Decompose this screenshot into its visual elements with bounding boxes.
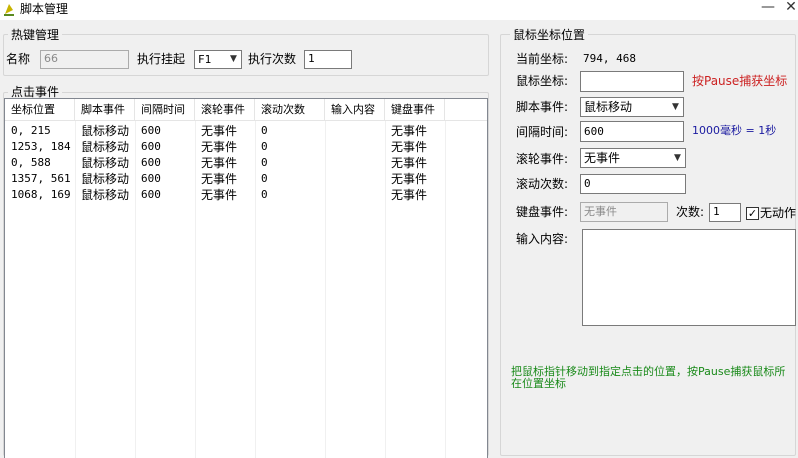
column-header-wheel-event[interactable]: 滚轮事件 bbox=[195, 99, 255, 121]
table-cell: 0, 588 bbox=[11, 156, 51, 169]
no-action-label[interactable]: 无动作 bbox=[760, 205, 798, 221]
help-text: 把鼠标指针移动到指定点击的位置，按Pause捕获鼠标所在位置坐标 bbox=[511, 365, 786, 390]
table-cell: 600 bbox=[141, 124, 161, 137]
table-cell: 无事件 bbox=[391, 140, 428, 154]
table-cell: 无事件 bbox=[201, 188, 238, 202]
script-event-select[interactable]: 鼠标移动 ▼ bbox=[580, 97, 684, 117]
input-content-textarea[interactable] bbox=[582, 229, 796, 326]
window-title: 脚本管理 bbox=[20, 2, 69, 16]
chevron-down-icon: ▼ bbox=[672, 102, 679, 112]
table-cell: 0 bbox=[261, 188, 268, 201]
scroll-count-label: 滚动次数: bbox=[516, 177, 569, 191]
count-label: 执行次数 bbox=[248, 52, 297, 66]
table-cell: 鼠标移动 bbox=[81, 188, 130, 202]
app-icon bbox=[4, 4, 14, 16]
column-header-input[interactable]: 输入内容 bbox=[325, 99, 385, 121]
title-bar: 脚本管理 — ✕ bbox=[0, 0, 798, 20]
no-action-checkbox[interactable]: ✓ bbox=[746, 207, 759, 220]
times-label: 次数: bbox=[676, 205, 705, 219]
table-cell: 无事件 bbox=[201, 124, 238, 138]
table-cell: 0 bbox=[261, 172, 268, 185]
trigger-label: 执行挂起 bbox=[137, 52, 186, 66]
current-coord-label: 当前坐标: bbox=[516, 52, 569, 66]
table-cell bbox=[325, 187, 385, 203]
table-row[interactable]: 1253, 184 鼠标移动 600 无事件 0 无事件 bbox=[5, 139, 487, 155]
table-cell: 0 bbox=[261, 140, 268, 153]
mouse-coord-label: 鼠标坐标: bbox=[516, 74, 569, 88]
column-header-interval[interactable]: 间隔时间 bbox=[135, 99, 195, 121]
table-cell: 0 bbox=[261, 156, 268, 169]
keyboard-event-field: 无事件 bbox=[580, 202, 668, 222]
table-cell: 无事件 bbox=[391, 124, 428, 138]
table-cell: 600 bbox=[141, 188, 161, 201]
table-cell bbox=[325, 155, 385, 171]
interval-field[interactable]: 600 bbox=[580, 121, 684, 142]
script-event-label: 脚本事件: bbox=[516, 100, 569, 114]
trigger-select[interactable]: F1 ▼ bbox=[194, 50, 242, 69]
column-header-script-event[interactable]: 脚本事件 bbox=[75, 99, 135, 121]
table-cell: 600 bbox=[141, 140, 161, 153]
count-field[interactable]: 1 bbox=[304, 50, 352, 69]
checkmark-icon: ✓ bbox=[747, 207, 758, 220]
table-cell bbox=[325, 139, 385, 155]
column-header-position[interactable]: 坐标位置 bbox=[5, 99, 75, 121]
events-list-header: 坐标位置 脚本事件 间隔时间 滚轮事件 滚动次数 输入内容 键盘事件 bbox=[5, 99, 487, 121]
table-cell: 无事件 bbox=[391, 188, 428, 202]
table-row[interactable]: 0, 588 鼠标移动 600 无事件 0 无事件 bbox=[5, 155, 487, 171]
input-content-label: 输入内容: bbox=[516, 232, 569, 246]
table-cell: 0 bbox=[261, 124, 268, 137]
keyboard-event-label: 键盘事件: bbox=[516, 205, 569, 219]
table-cell: 1068, 169 bbox=[11, 188, 71, 201]
hotkey-group-title: 热键管理 bbox=[8, 28, 63, 42]
events-group-title: 点击事件 bbox=[8, 85, 63, 99]
client-area: 热键管理 名称 66 执行挂起 F1 ▼ 执行次数 1 点击事件 坐标位置 脚本… bbox=[0, 20, 798, 458]
chevron-down-icon: ▼ bbox=[674, 153, 681, 163]
times-field[interactable]: 1 bbox=[709, 203, 741, 222]
interval-hint: 1000毫秒 = 1秒 bbox=[692, 124, 777, 137]
mouse-group-title: 鼠标坐标位置 bbox=[510, 28, 589, 42]
table-cell: 1253, 184 bbox=[11, 140, 71, 153]
scroll-count-field[interactable]: 0 bbox=[580, 174, 686, 194]
coord-hint: 按Pause捕获坐标 bbox=[692, 74, 788, 88]
table-cell bbox=[325, 123, 385, 139]
minimize-button[interactable]: — bbox=[760, 0, 776, 16]
table-row[interactable]: 1357, 561 鼠标移动 600 无事件 0 无事件 bbox=[5, 171, 487, 187]
table-cell: 鼠标移动 bbox=[81, 156, 130, 170]
table-cell: 1357, 561 bbox=[11, 172, 71, 185]
table-cell: 鼠标移动 bbox=[81, 124, 130, 138]
table-cell bbox=[325, 171, 385, 187]
column-header-scroll-count[interactable]: 滚动次数 bbox=[255, 99, 325, 121]
table-row[interactable]: 0, 215 鼠标移动 600 无事件 0 无事件 bbox=[5, 123, 487, 139]
table-cell: 无事件 bbox=[391, 156, 428, 170]
name-field: 66 bbox=[40, 50, 129, 69]
wheel-event-label: 滚轮事件: bbox=[516, 152, 569, 166]
table-cell: 600 bbox=[141, 156, 161, 169]
chevron-down-icon: ▼ bbox=[230, 54, 237, 64]
table-row[interactable]: 1068, 169 鼠标移动 600 无事件 0 无事件 bbox=[5, 187, 487, 203]
table-cell: 无事件 bbox=[201, 156, 238, 170]
table-cell: 无事件 bbox=[201, 172, 238, 186]
wheel-event-select[interactable]: 无事件 ▼ bbox=[580, 148, 686, 168]
table-cell: 鼠标移动 bbox=[81, 172, 130, 186]
name-label: 名称 bbox=[6, 52, 31, 66]
current-coord-value: 794, 468 bbox=[583, 52, 636, 65]
wheel-event-select-value: 无事件 bbox=[584, 151, 621, 165]
table-cell: 0, 215 bbox=[11, 124, 51, 137]
table-cell: 600 bbox=[141, 172, 161, 185]
mouse-coord-field[interactable] bbox=[580, 71, 684, 92]
script-event-select-value: 鼠标移动 bbox=[584, 100, 633, 114]
trigger-select-value: F1 bbox=[198, 53, 212, 66]
interval-label: 间隔时间: bbox=[516, 125, 569, 139]
table-cell: 无事件 bbox=[201, 140, 238, 154]
table-cell: 无事件 bbox=[391, 172, 428, 186]
column-header-keyboard-event[interactable]: 键盘事件 bbox=[385, 99, 445, 121]
close-button[interactable]: ✕ bbox=[783, 0, 798, 16]
events-list[interactable]: 坐标位置 脚本事件 间隔时间 滚轮事件 滚动次数 输入内容 键盘事件 0, 21… bbox=[4, 98, 488, 458]
table-cell: 鼠标移动 bbox=[81, 140, 130, 154]
